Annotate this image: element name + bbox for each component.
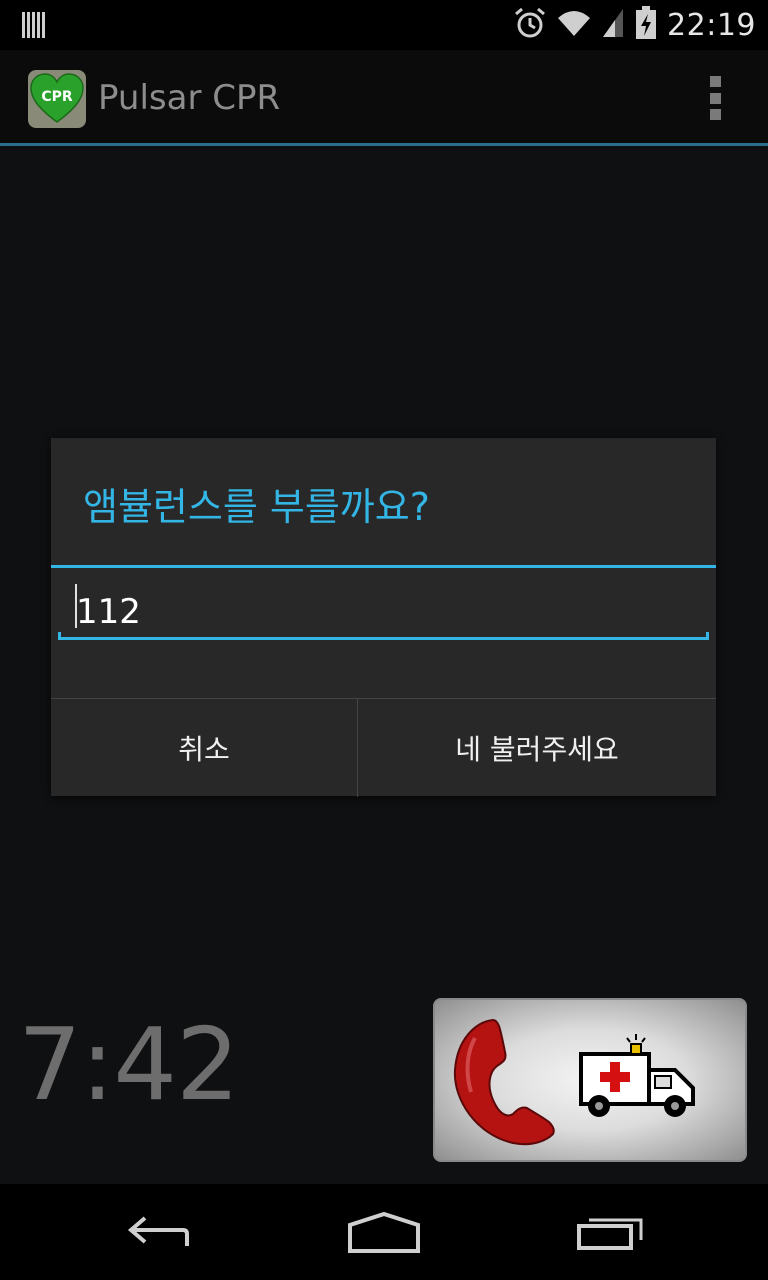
recent-apps-icon[interactable] [565, 1206, 655, 1258]
action-bar: CPR Pulsar CPR [0, 50, 768, 146]
call-ambulance-button[interactable] [433, 998, 747, 1162]
ambulance-icon [579, 1034, 695, 1117]
app-icon-label: CPR [41, 89, 73, 105]
input-underline [58, 632, 709, 640]
battery-charging-icon [635, 6, 657, 44]
status-clock: 22:19 [667, 7, 756, 43]
home-icon[interactable] [339, 1206, 429, 1258]
dialog-title-divider [51, 565, 716, 568]
notification-bars-icon [22, 10, 48, 44]
call-ambulance-dialog: 앰뷸런스를 부를까요? 112 취소 네 불러주세요 [51, 438, 716, 797]
overflow-menu-icon[interactable] [708, 76, 722, 120]
app-icon[interactable]: CPR [28, 70, 86, 128]
confirm-call-button[interactable]: 네 불러주세요 [358, 699, 716, 797]
phone-number-value: 112 [76, 592, 141, 632]
app-title: Pulsar CPR [98, 78, 281, 118]
navigation-bar [0, 1184, 768, 1280]
dialog-title: 앰뷸런스를 부를까요? [83, 485, 430, 529]
signal-icon [601, 7, 625, 43]
cpr-timer: 7:42 [18, 1006, 240, 1123]
back-icon[interactable] [115, 1206, 205, 1258]
phone-number-input[interactable]: 112 [58, 578, 709, 640]
dialog-button-row: 취소 네 불러주세요 [51, 698, 716, 797]
cancel-button[interactable]: 취소 [51, 699, 358, 797]
alarm-icon [513, 6, 547, 44]
wifi-icon [557, 8, 591, 42]
phone-handset-icon [453, 1018, 555, 1146]
status-bar: 22:19 [0, 0, 768, 50]
